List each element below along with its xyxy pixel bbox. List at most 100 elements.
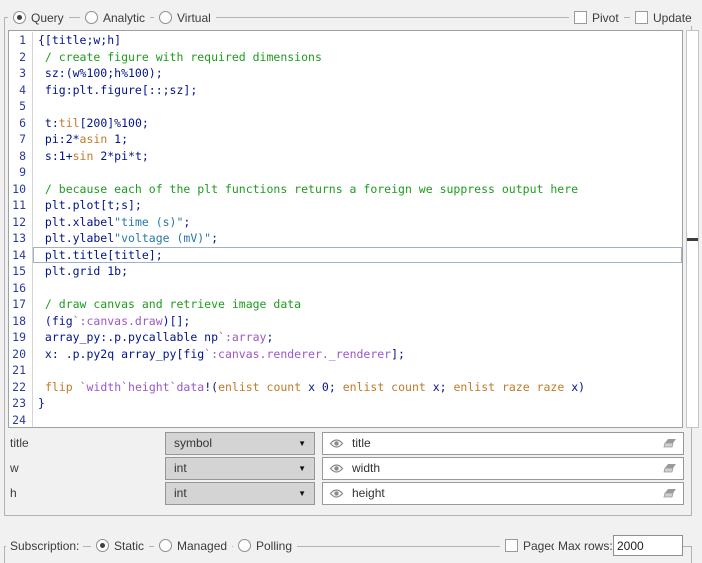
- param-value-input[interactable]: height: [322, 482, 684, 505]
- code-line[interactable]: 12 plt.xlabel"time (s)";: [9, 214, 682, 231]
- line-number: 22: [9, 379, 33, 396]
- radio-icon[interactable]: [85, 11, 98, 24]
- max-rows-input[interactable]: [613, 535, 683, 556]
- code-text: / draw canvas and retrieve image data: [33, 296, 682, 313]
- code-line[interactable]: 22 flip `width`height`data!(enlist count…: [9, 379, 682, 396]
- code-line[interactable]: 8 s:1+sin 2*pi*t;: [9, 148, 682, 165]
- current-line-marker: [687, 238, 698, 241]
- code-line[interactable]: 9: [9, 164, 682, 181]
- param-row: titlesymbol▼title: [8, 431, 684, 455]
- code-text: / create figure with required dimensions: [33, 49, 682, 66]
- code-text: plt.title[title];: [33, 247, 682, 264]
- code-line[interactable]: 2 / create figure with required dimensio…: [9, 49, 682, 66]
- param-value-text: title: [352, 436, 655, 450]
- line-number: 19: [9, 329, 33, 346]
- subscription-option-managed[interactable]: Managed: [154, 537, 232, 554]
- param-name: h: [8, 486, 165, 500]
- code-line[interactable]: 17 / draw canvas and retrieve image data: [9, 296, 682, 313]
- mode-option-query[interactable]: Query: [8, 9, 69, 26]
- code-line[interactable]: 24: [9, 412, 682, 429]
- code-text: fig:plt.figure[::;sz];: [33, 82, 682, 99]
- param-type-dropdown[interactable]: int▼: [165, 482, 315, 505]
- code-line[interactable]: 20 x: .p.py2q array_py[fig`:canvas.rende…: [9, 346, 682, 363]
- code-text: sz:(w%100;h%100);: [33, 65, 682, 82]
- update-label: Update: [653, 11, 692, 25]
- line-number: 23: [9, 395, 33, 412]
- code-text: t:til[200]%100;: [33, 115, 682, 132]
- radio-icon[interactable]: [13, 11, 26, 24]
- code-text: [33, 362, 682, 379]
- param-type-value: int: [174, 486, 298, 500]
- line-number: 21: [9, 362, 33, 379]
- radio-icon[interactable]: [159, 539, 172, 552]
- line-number: 5: [9, 98, 33, 115]
- code-line[interactable]: 14 plt.title[title];: [9, 247, 682, 264]
- checkbox-icon[interactable]: [505, 539, 518, 552]
- code-text: [33, 98, 682, 115]
- code-line[interactable]: 13 plt.ylabel"voltage (mV)";: [9, 230, 682, 247]
- code-line[interactable]: 10 / because each of the plt functions r…: [9, 181, 682, 198]
- param-value-input[interactable]: width: [322, 457, 684, 480]
- code-line[interactable]: 5: [9, 98, 682, 115]
- eraser-icon[interactable]: [663, 488, 677, 499]
- code-text: pi:2*asin 1;: [33, 131, 682, 148]
- code-line[interactable]: 4 fig:plt.figure[::;sz];: [9, 82, 682, 99]
- param-row: wint▼width: [8, 456, 684, 480]
- code-line[interactable]: 23}: [9, 395, 682, 412]
- code-text: / because each of the plt functions retu…: [33, 181, 682, 198]
- scroll-annotation-ruler[interactable]: [686, 30, 699, 428]
- code-line[interactable]: 15 plt.grid 1b;: [9, 263, 682, 280]
- line-number: 20: [9, 346, 33, 363]
- line-number: 12: [9, 214, 33, 231]
- eraser-icon[interactable]: [663, 463, 677, 474]
- update-option[interactable]: Update: [630, 9, 697, 26]
- subscription-option-static[interactable]: Static: [91, 537, 149, 554]
- code-text: array_py:.p.pycallable np`:array;: [33, 329, 682, 346]
- code-text: [33, 280, 682, 297]
- eye-icon[interactable]: [329, 438, 344, 449]
- eraser-icon[interactable]: [663, 438, 677, 449]
- mode-option-analytic[interactable]: Analytic: [80, 9, 150, 26]
- code-line[interactable]: 19 array_py:.p.pycallable np`:array;: [9, 329, 682, 346]
- line-number: 2: [9, 49, 33, 66]
- line-number: 24: [9, 412, 33, 429]
- param-row: hint▼ height: [8, 481, 684, 505]
- subscription-label: Subscription:: [6, 537, 83, 554]
- code-line[interactable]: 7 pi:2*asin 1;: [9, 131, 682, 148]
- param-type-dropdown[interactable]: symbol▼: [165, 432, 315, 455]
- line-number: 10: [9, 181, 33, 198]
- code-text: {[title;w;h]: [33, 32, 682, 49]
- checkbox-icon[interactable]: [574, 11, 587, 24]
- code-line[interactable]: 16: [9, 280, 682, 297]
- radio-icon[interactable]: [238, 539, 251, 552]
- param-type-value: symbol: [174, 436, 298, 450]
- param-value-text: width: [352, 461, 655, 475]
- param-type-value: int: [174, 461, 298, 475]
- line-number: 4: [9, 82, 33, 99]
- code-editor[interactable]: 1{[title;w;h]2 / create figure with requ…: [8, 30, 683, 428]
- eye-icon[interactable]: [329, 463, 344, 474]
- code-line[interactable]: 21: [9, 362, 682, 379]
- code-lines: 1{[title;w;h]2 / create figure with requ…: [9, 32, 682, 428]
- code-line[interactable]: 18 (fig`:canvas.draw)[];: [9, 313, 682, 330]
- mode-label: Analytic: [103, 11, 145, 25]
- line-number: 7: [9, 131, 33, 148]
- pivot-option[interactable]: Pivot: [569, 9, 624, 26]
- param-type-dropdown[interactable]: int▼: [165, 457, 315, 480]
- code-line[interactable]: 11 plt.plot[t;s];: [9, 197, 682, 214]
- code-text: [33, 164, 682, 181]
- param-value-input[interactable]: title: [322, 432, 684, 455]
- code-line[interactable]: 3 sz:(w%100;h%100);: [9, 65, 682, 82]
- chevron-down-icon: ▼: [298, 439, 306, 448]
- mode-option-virtual[interactable]: Virtual: [154, 9, 216, 26]
- radio-icon[interactable]: [96, 539, 109, 552]
- mode-label: Query: [31, 11, 64, 25]
- code-text: plt.ylabel"voltage (mV)";: [33, 230, 682, 247]
- subscription-option-polling[interactable]: Polling: [233, 537, 297, 554]
- subscription-option-label: Static: [114, 539, 144, 553]
- checkbox-icon[interactable]: [635, 11, 648, 24]
- eye-icon[interactable]: [329, 488, 344, 499]
- code-line[interactable]: 6 t:til[200]%100;: [9, 115, 682, 132]
- code-line[interactable]: 1{[title;w;h]: [9, 32, 682, 49]
- radio-icon[interactable]: [159, 11, 172, 24]
